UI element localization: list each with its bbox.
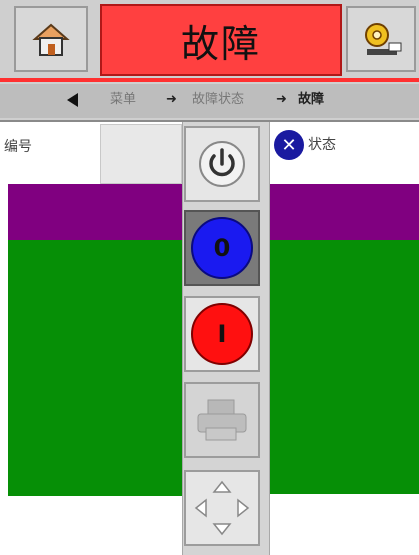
breadcrumb-prev[interactable]: 菜单 [110, 89, 136, 111]
right-panel-label: 状态 [308, 137, 336, 153]
left-panel-label: 编号 [4, 139, 32, 155]
left-status-panel [8, 240, 182, 496]
stop-button[interactable]: 0 [184, 210, 260, 286]
power-button[interactable] [184, 126, 260, 202]
breadcrumb-middle[interactable]: 故障状态 [192, 89, 244, 111]
header-divider [0, 78, 419, 82]
gear-icon [365, 23, 402, 55]
start-label: I [191, 303, 253, 365]
breadcrumb-separator-1: ➜ [166, 92, 177, 107]
breadcrumb-separator-2: ➜ [276, 92, 287, 107]
start-button[interactable]: I [184, 296, 260, 372]
right-status-strip [270, 184, 419, 240]
back-button[interactable] [62, 89, 84, 111]
left-status-strip [8, 184, 182, 240]
right-status-panel [270, 240, 419, 494]
move-arrows-icon [194, 480, 250, 536]
move-button[interactable] [184, 470, 260, 546]
breadcrumb-current: 故障 [298, 92, 325, 107]
home-button[interactable] [14, 6, 88, 72]
stop-label: 0 [191, 217, 253, 279]
printer-icon [197, 399, 247, 441]
print-button[interactable] [184, 382, 260, 458]
left-panel-field[interactable] [100, 124, 182, 184]
home-icon [32, 23, 70, 56]
close-icon[interactable]: ✕ [274, 130, 304, 160]
power-icon [199, 141, 245, 187]
page-title: 故障 [100, 4, 342, 76]
settings-button[interactable] [346, 6, 416, 72]
back-arrow-icon [67, 93, 78, 107]
